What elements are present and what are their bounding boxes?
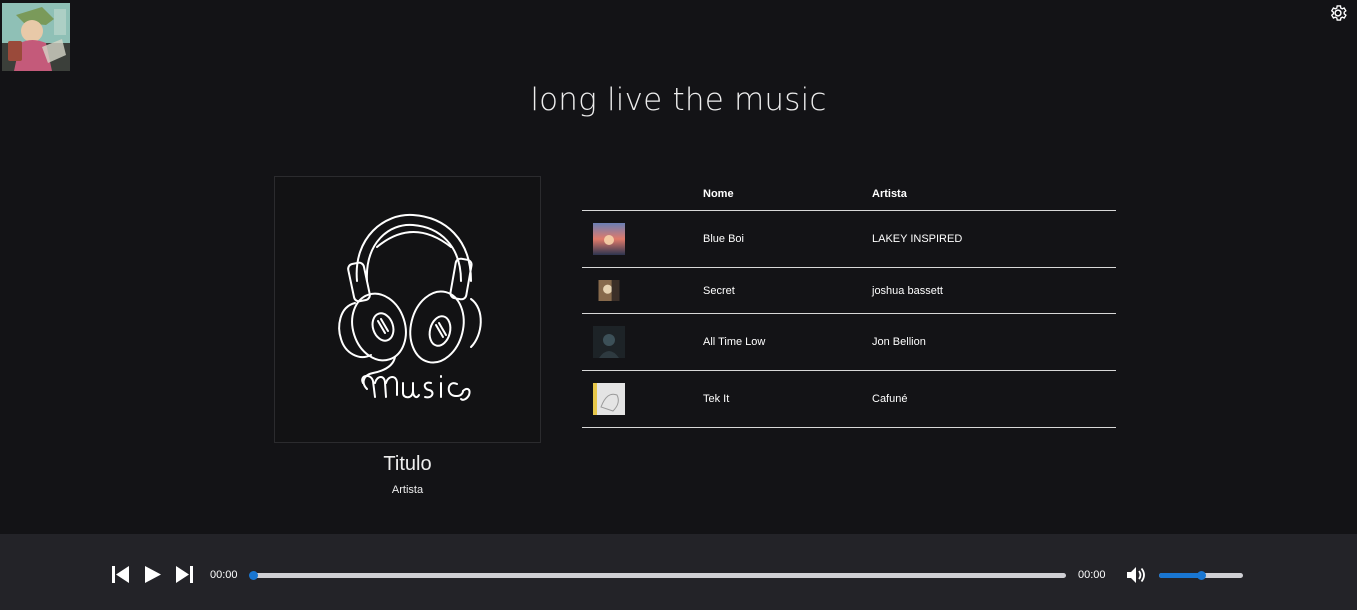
now-playing-artist: Artista — [391, 484, 424, 496]
page-title: long live the music — [530, 82, 827, 118]
column-header-artist: Artista — [872, 177, 1116, 211]
track-name: All Time Low — [703, 313, 872, 371]
volume-thumb[interactable] — [1196, 571, 1206, 580]
seek-slider[interactable] — [250, 573, 1066, 578]
table-row[interactable]: Secret joshua bassett — [582, 267, 1116, 314]
thumb-cell — [582, 313, 703, 371]
volume-fill — [1159, 573, 1201, 578]
album-thumbnail — [593, 383, 625, 415]
table-header-row: Nome Artista — [582, 177, 1116, 211]
table-row[interactable]: All Time Low Jon Bellion — [582, 313, 1116, 371]
track-name: Secret — [703, 267, 872, 314]
column-header-thumb — [582, 177, 703, 211]
seek-thumb[interactable] — [249, 571, 258, 580]
table-row[interactable]: Blue Boi LAKEY INSPIRED — [582, 210, 1116, 268]
play-icon — [145, 566, 161, 583]
duration-time: 00:00 — [1078, 569, 1106, 581]
album-thumbnail — [598, 280, 620, 301]
previous-button[interactable] — [111, 565, 130, 589]
album-cover — [274, 176, 541, 443]
track-artist: joshua bassett — [872, 267, 1116, 314]
column-header-name: Nome — [703, 177, 872, 211]
now-playing-title: Titulo — [383, 453, 432, 475]
gear-icon — [1330, 5, 1347, 21]
table-row[interactable]: Tek It Cafuné — [582, 370, 1116, 428]
volume-button[interactable] — [1126, 566, 1146, 589]
track-table: Nome Artista Blue Boi LAKEY INSPIRED Sec… — [582, 177, 1116, 428]
skip-next-icon — [176, 566, 193, 583]
headphones-music-illustration — [338, 213, 482, 401]
track-artist: Jon Bellion — [872, 313, 1116, 371]
track-name: Blue Boi — [703, 210, 872, 268]
next-button[interactable] — [175, 565, 194, 589]
track-artist: Cafuné — [872, 370, 1116, 428]
track-artist: LAKEY INSPIRED — [872, 210, 1116, 268]
album-thumbnail — [593, 223, 625, 255]
user-avatar-illustration — [2, 3, 70, 71]
avatar[interactable] — [2, 3, 70, 71]
play-button[interactable] — [143, 565, 162, 589]
player-bar: 00:00 00:00 — [0, 534, 1357, 610]
album-thumbnail — [593, 326, 625, 358]
volume-icon — [1127, 567, 1145, 583]
thumb-cell — [582, 267, 703, 314]
current-time: 00:00 — [210, 569, 238, 581]
track-name: Tek It — [703, 370, 872, 428]
skip-previous-icon — [112, 566, 129, 583]
settings-button[interactable] — [1328, 3, 1348, 23]
thumb-cell — [582, 210, 703, 268]
thumb-cell — [582, 370, 703, 428]
